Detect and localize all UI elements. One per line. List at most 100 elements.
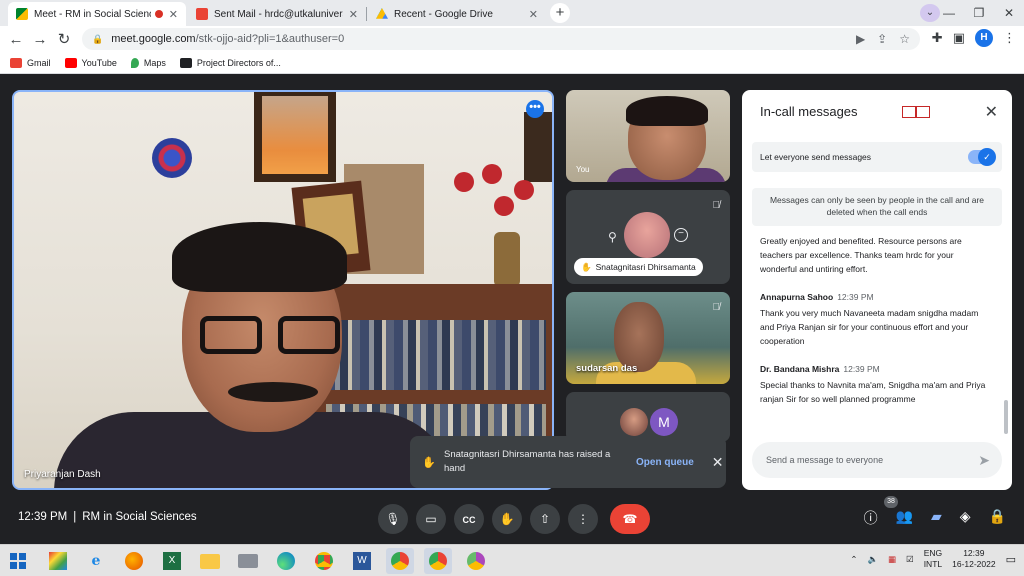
tab-gmail[interactable]: Sent Mail - hrdc@utkaluniversity ✕ bbox=[188, 2, 366, 26]
message-list[interactable]: Greatly enjoyed and benefited. Resource … bbox=[760, 234, 992, 440]
chrome-window-icon[interactable] bbox=[424, 548, 452, 574]
check-icon: ✓ bbox=[978, 148, 996, 166]
profile-avatar[interactable]: H bbox=[975, 29, 993, 47]
rosette-badge bbox=[152, 138, 192, 178]
checkbox-tray-icon[interactable]: ☑ bbox=[906, 554, 914, 565]
colorful-app-icon[interactable] bbox=[44, 548, 72, 574]
chrome-window-icon[interactable] bbox=[386, 548, 414, 574]
raised-hand-notification: ✋ Snatagnitasri Dhirsamanta has raised a… bbox=[410, 436, 726, 488]
more-options-button[interactable]: ⋮ bbox=[568, 504, 598, 534]
raised-hand-icon: ✋ bbox=[422, 456, 436, 469]
close-icon[interactable]: ✕ bbox=[349, 8, 358, 21]
participant-tile-raised-hand[interactable]: 🎙̸ ⚲ − ✋ Snatagnitasri Dhirsamanta bbox=[566, 190, 730, 284]
close-icon[interactable]: ✕ bbox=[169, 8, 178, 21]
microphone-button[interactable]: 🎙 bbox=[378, 504, 408, 534]
info-icon[interactable]: ⓘ bbox=[864, 508, 878, 528]
lock-icon[interactable]: 🔒 bbox=[92, 34, 103, 45]
reload-icon[interactable]: ↻ bbox=[52, 30, 76, 48]
browser-tab-bar: Meet - RM in Social Sciences ✕ Sent Mail… bbox=[0, 0, 1024, 26]
send-icon[interactable]: ➤ bbox=[978, 452, 990, 469]
bookmark-project-directors[interactable]: Project Directors of... bbox=[179, 57, 281, 68]
tab-meet[interactable]: Meet - RM in Social Sciences ✕ bbox=[8, 2, 186, 26]
tile-options-icon[interactable]: ••• bbox=[526, 100, 544, 118]
bookmark-gmail[interactable]: Gmail bbox=[10, 57, 51, 68]
people-icon[interactable]: 👥 bbox=[896, 508, 913, 528]
participant-tile[interactable]: 🎙̸ sudarsan das bbox=[566, 292, 730, 384]
extensions-icon[interactable]: ✚ bbox=[932, 30, 943, 46]
language-indicator[interactable]: ENG INTL bbox=[924, 548, 942, 570]
chrome-canary-icon[interactable] bbox=[462, 548, 490, 574]
share-icon[interactable]: ⇪ bbox=[877, 32, 887, 46]
meeting-info: 12:39 PM | RM in Social Sciences bbox=[18, 511, 197, 523]
windows-start-icon[interactable] bbox=[10, 553, 26, 569]
message-item: Dr. Bandana Mishra 12:39 PM Special thank… bbox=[760, 364, 992, 406]
pin-icon[interactable]: ⚲ bbox=[608, 230, 617, 244]
gmail-icon bbox=[10, 57, 22, 68]
printer-icon[interactable] bbox=[234, 548, 262, 574]
bookmark-label: Gmail bbox=[27, 57, 51, 68]
captions-button[interactable]: CC bbox=[454, 504, 484, 534]
notification-text: Snatagnitasri Dhirsamanta has raised a h… bbox=[444, 449, 611, 474]
message-text: Thank you very much Navaneeta madam snig… bbox=[760, 308, 979, 346]
message-input[interactable]: Send a message to everyone ➤ bbox=[752, 442, 1002, 478]
browser-menu-icon[interactable]: ⋮ bbox=[1003, 30, 1016, 46]
raise-hand-button[interactable]: ✋ bbox=[492, 504, 522, 534]
self-video-tile[interactable]: You bbox=[566, 90, 730, 182]
let-everyone-send-row: Let everyone send messages ✓ bbox=[752, 142, 1002, 172]
close-icon[interactable]: ✕ bbox=[985, 102, 998, 122]
participant-name: sudarsan das bbox=[576, 363, 638, 374]
send-messages-toggle[interactable]: ✓ bbox=[968, 148, 996, 166]
new-tab-button[interactable]: + bbox=[550, 3, 570, 23]
tab-drive[interactable]: Recent - Google Drive ✕ bbox=[368, 2, 546, 26]
close-icon[interactable]: ✕ bbox=[529, 8, 538, 21]
firefox-icon[interactable] bbox=[120, 548, 148, 574]
speaker-icon[interactable]: 🔈 bbox=[867, 554, 878, 565]
minimize-icon[interactable]: — bbox=[934, 6, 964, 20]
word-icon[interactable]: W bbox=[348, 548, 376, 574]
message-text: Greatly enjoyed and benefited. Resource … bbox=[760, 236, 962, 274]
speaker-mustache bbox=[228, 382, 318, 402]
camera-button[interactable]: ▭ bbox=[416, 504, 446, 534]
mic-off-icon: 🎙̸ bbox=[712, 200, 721, 211]
bookmark-star-icon[interactable]: ☆ bbox=[899, 32, 910, 46]
participant-count-badge: 38 bbox=[884, 496, 898, 508]
close-window-icon[interactable]: ✕ bbox=[994, 6, 1024, 20]
main-video-tile[interactable]: Priyaranjan Dash ••• bbox=[12, 90, 554, 490]
network-icon[interactable]: ▦ bbox=[888, 554, 896, 565]
address-bar[interactable]: 🔒 meet.google.com /stk-ojjo-aid?pli=1&au… bbox=[82, 28, 920, 50]
present-button[interactable]: ⇧ bbox=[530, 504, 560, 534]
bookmarks-bar: Gmail YouTube Maps Project Directors of.… bbox=[0, 52, 1024, 74]
speaker-glasses bbox=[200, 316, 350, 356]
remove-icon[interactable]: − bbox=[674, 228, 688, 242]
open-queue-button[interactable]: Open queue bbox=[636, 457, 694, 468]
host-controls-icon[interactable]: 🔒 bbox=[989, 508, 1006, 528]
participant-name: Priyaranjan Dash bbox=[24, 469, 101, 480]
scrollbar[interactable] bbox=[1004, 400, 1008, 434]
notifications-icon[interactable]: ▭ bbox=[1006, 553, 1016, 566]
close-icon[interactable]: ✕ bbox=[712, 454, 724, 471]
camera-in-use-icon[interactable]: ▶ bbox=[856, 32, 865, 46]
system-clock[interactable]: 12:39 16-12-2022 bbox=[952, 548, 995, 570]
recording-indicator-icon bbox=[154, 10, 163, 18]
captions-icon: CC bbox=[462, 515, 476, 525]
back-icon[interactable]: ← bbox=[4, 31, 28, 48]
side-panel-icon[interactable]: ▣ bbox=[953, 30, 965, 46]
chat-icon[interactable]: ▰ bbox=[931, 508, 942, 528]
activities-icon[interactable]: ◈ bbox=[960, 508, 971, 528]
internet-explorer-icon[interactable]: e bbox=[82, 548, 110, 574]
bookmark-youtube[interactable]: YouTube bbox=[64, 57, 117, 68]
bookmark-maps[interactable]: Maps bbox=[130, 57, 166, 68]
message-time: 12:39 PM bbox=[843, 364, 880, 374]
tray-overflow-icon[interactable]: ⌃ bbox=[850, 554, 857, 565]
restore-icon[interactable]: ❐ bbox=[964, 6, 994, 20]
file-explorer-icon[interactable] bbox=[196, 548, 224, 574]
leave-call-button[interactable]: ☎ bbox=[610, 504, 650, 534]
excel-icon[interactable]: X bbox=[158, 548, 186, 574]
edge-icon[interactable] bbox=[272, 548, 300, 574]
chrome-icon[interactable] bbox=[310, 548, 338, 574]
participant-face bbox=[614, 302, 664, 372]
tab-separator bbox=[366, 7, 367, 21]
forward-icon[interactable]: → bbox=[28, 31, 52, 48]
url-host: meet.google.com bbox=[111, 33, 196, 45]
others-tile[interactable]: M bbox=[566, 392, 730, 442]
